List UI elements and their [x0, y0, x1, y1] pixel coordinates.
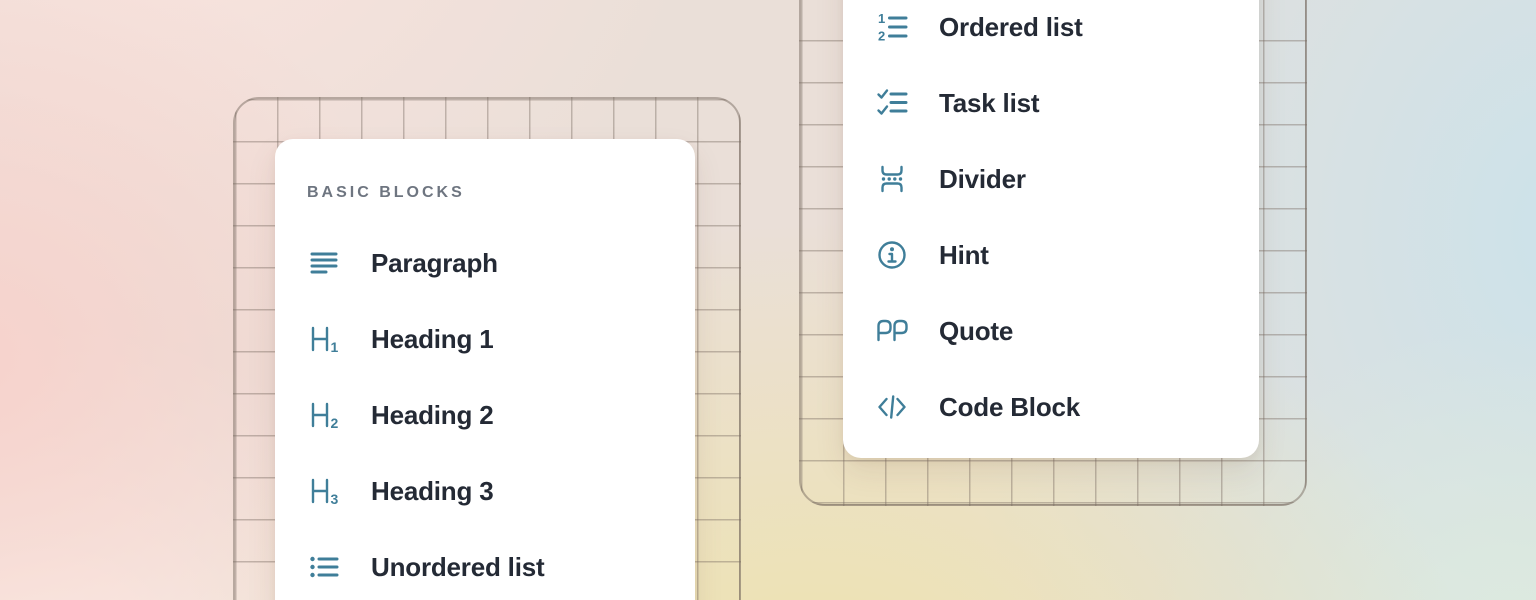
menu-item-label: Heading 1 — [371, 324, 493, 355]
svg-text:3: 3 — [331, 491, 339, 507]
hint-icon — [875, 238, 909, 272]
menu-item-label: Task list — [939, 88, 1039, 119]
unordered-list-icon — [307, 550, 341, 584]
section-label: BASIC BLOCKS — [307, 183, 695, 203]
menu-item-heading-3[interactable]: 3 Heading 3 — [275, 453, 695, 529]
svg-text:2: 2 — [331, 415, 339, 431]
menu-item-label: Unordered list — [371, 552, 544, 583]
menu-item-label: Heading 2 — [371, 400, 493, 431]
menu-item-label: Hint — [939, 240, 989, 271]
menu-item-code-block[interactable]: Code Block — [843, 369, 1259, 445]
menu-item-ordered-list[interactable]: 1 2 Ordered list — [843, 0, 1259, 65]
basic-blocks-menu: BASIC BLOCKS Paragraph 1 Heading 1 2 Hea… — [275, 139, 695, 600]
paragraph-icon — [307, 246, 341, 280]
menu-item-label: Code Block — [939, 392, 1080, 423]
menu-item-unordered-list[interactable]: Unordered list — [275, 529, 695, 600]
menu-item-label: Quote — [939, 316, 1013, 347]
menu-item-task-list[interactable]: Task list — [843, 65, 1259, 141]
menu-item-heading-1[interactable]: 1 Heading 1 — [275, 301, 695, 377]
menu-item-label: Heading 3 — [371, 476, 493, 507]
ordered-list-icon: 1 2 — [875, 10, 909, 44]
code-block-icon — [875, 390, 909, 424]
task-list-icon — [875, 86, 909, 120]
heading-1-icon: 1 — [307, 322, 341, 356]
menu-item-paragraph[interactable]: Paragraph — [275, 225, 695, 301]
menu-item-hint[interactable]: Hint — [843, 217, 1259, 293]
divider-icon — [875, 162, 909, 196]
menu-item-heading-2[interactable]: 2 Heading 2 — [275, 377, 695, 453]
quote-icon — [875, 314, 909, 348]
svg-text:1: 1 — [878, 11, 885, 26]
menu-item-quote[interactable]: Quote — [843, 293, 1259, 369]
menu-item-divider[interactable]: Divider — [843, 141, 1259, 217]
menu-item-label: Divider — [939, 164, 1026, 195]
svg-text:1: 1 — [331, 339, 339, 355]
svg-text:2: 2 — [878, 29, 885, 44]
block-picker-hero: BASIC BLOCKS Paragraph 1 Heading 1 2 Hea… — [0, 0, 1536, 600]
menu-item-label: Paragraph — [371, 248, 498, 279]
heading-3-icon: 3 — [307, 474, 341, 508]
menu-item-label: Ordered list — [939, 12, 1083, 43]
blocks-menu-continued: 1 2 Ordered list Task list — [843, 0, 1259, 458]
heading-2-icon: 2 — [307, 398, 341, 432]
